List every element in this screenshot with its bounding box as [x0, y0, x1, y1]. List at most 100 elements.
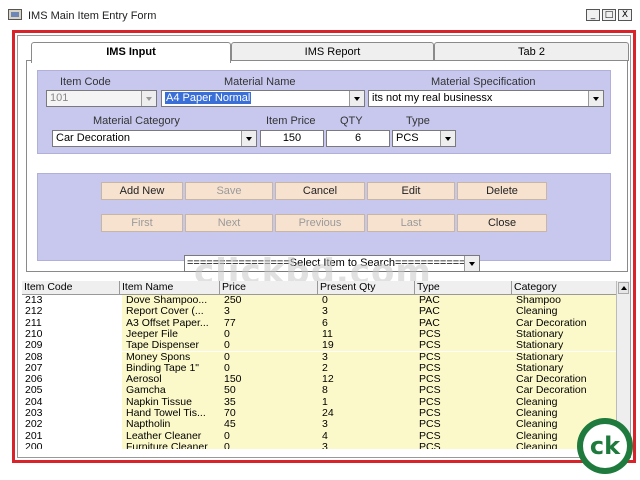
table-cell: 35	[220, 396, 318, 408]
table-cell: Napkin Tissue	[122, 396, 220, 408]
table-row[interactable]: 212 Report Cover (... 3 3 PAC Cleaning	[22, 306, 618, 318]
material-name-combo[interactable]: A4 Paper Normal	[161, 90, 365, 107]
col-category[interactable]: Category	[512, 281, 618, 295]
table-cell: 0	[220, 362, 318, 375]
cancel-button[interactable]: Cancel	[275, 182, 365, 200]
tab-2[interactable]: Tab 2	[434, 42, 629, 61]
type-value[interactable]: PCS	[396, 132, 419, 144]
table-cell: PAC	[415, 295, 512, 307]
maximize-button[interactable]: □	[602, 9, 616, 21]
table-row[interactable]: 208 Money Spons 0 3 PCS Stationary	[22, 351, 618, 363]
table-row[interactable]: 206 Aerosol 150 12 PCS Car Decoration	[22, 374, 618, 386]
qty-input[interactable]: 6	[326, 130, 390, 147]
minimize-button[interactable]: _	[586, 9, 600, 21]
item-price-label: Item Price	[266, 115, 316, 127]
table-row[interactable]: 203 Hand Towel Tis... 70 24 PCS Cleaning	[22, 408, 618, 420]
table-cell: Cleaning	[512, 396, 618, 408]
table-cell: Money Spons	[122, 351, 220, 363]
table-row[interactable]: 201 Leather Cleaner 0 4 PCS Cleaning	[22, 430, 618, 442]
table-cell: 205	[22, 385, 122, 397]
col-item-code[interactable]: Item Code	[22, 281, 120, 295]
main-frame: IMS Input IMS Report Tab 2 Item Code Mat…	[12, 30, 636, 463]
first-button[interactable]: First	[101, 214, 183, 232]
material-name-value[interactable]: A4 Paper Normal	[165, 92, 252, 104]
chevron-down-icon[interactable]	[349, 91, 364, 106]
search-select-value[interactable]: ================Select Item to Search===…	[187, 257, 479, 269]
table-cell: 210	[22, 328, 122, 341]
edit-button[interactable]: Edit	[367, 182, 455, 200]
next-button[interactable]: Next	[185, 214, 273, 232]
table-row[interactable]: 213 Dove Shampoo... 250 0 PAC Shampoo	[22, 295, 618, 307]
items-grid[interactable]: Item Code Item Name Price Present Qty Ty…	[22, 281, 630, 449]
table-cell: 0	[220, 441, 318, 449]
material-spec-combo[interactable]: its not my real businessx	[368, 90, 604, 107]
window-controls: _ □ X	[586, 9, 632, 21]
table-cell: 208	[22, 351, 122, 363]
material-name-label: Material Name	[224, 76, 296, 88]
table-cell: Cleaning	[512, 306, 618, 318]
add-new-button[interactable]: Add New	[101, 182, 183, 200]
chevron-down-icon[interactable]	[588, 91, 603, 106]
table-cell: 11	[318, 328, 415, 341]
table-cell: Furniture Cleaner	[122, 441, 220, 449]
table-cell: PCS	[415, 396, 512, 408]
save-button[interactable]: Save	[185, 182, 273, 200]
table-cell: Binding Tape 1"	[122, 362, 220, 375]
table-cell: 204	[22, 396, 122, 408]
table-cell: 70	[220, 408, 318, 420]
close-button[interactable]: Close	[457, 214, 547, 232]
entry-panel: Item Code Material Name Material Specifi…	[37, 70, 611, 154]
close-window-button[interactable]: X	[618, 9, 632, 21]
table-cell: Tape Dispenser	[122, 340, 220, 352]
material-spec-value[interactable]: its not my real businessx	[372, 92, 492, 104]
table-cell: 24	[318, 408, 415, 420]
previous-button[interactable]: Previous	[275, 214, 365, 232]
tab-ims-input[interactable]: IMS Input	[31, 42, 231, 63]
table-cell: 19	[318, 340, 415, 352]
table-cell: 209	[22, 340, 122, 352]
table-cell: PAC	[415, 306, 512, 318]
table-row[interactable]: 204 Napkin Tissue 35 1 PCS Cleaning	[22, 396, 618, 408]
chevron-down-icon[interactable]	[440, 131, 455, 146]
table-cell: Jeeper File	[122, 328, 220, 341]
delete-button[interactable]: Delete	[457, 182, 547, 200]
type-combo[interactable]: PCS	[392, 130, 456, 147]
table-cell: 1	[318, 396, 415, 408]
chevron-down-icon[interactable]	[464, 256, 479, 271]
qty-label: QTY	[340, 115, 363, 127]
form-body: IMS Input IMS Report Tab 2 Item Code Mat…	[17, 35, 631, 458]
table-row[interactable]: 200 Furniture Cleaner 0 3 PCS Cleaning	[22, 441, 618, 449]
table-cell: Report Cover (...	[122, 306, 220, 318]
table-cell: Shampoo	[512, 295, 618, 307]
grid-header: Item Code Item Name Price Present Qty Ty…	[22, 281, 618, 295]
ims-input-panel: Item Code Material Name Material Specifi…	[26, 60, 628, 272]
table-cell: 6	[318, 317, 415, 329]
search-select[interactable]: ================Select Item to Search===…	[184, 255, 480, 272]
last-button[interactable]: Last	[367, 214, 455, 232]
table-row[interactable]: 202 Naptholin 45 3 PCS Cleaning	[22, 419, 618, 431]
table-cell: 201	[22, 430, 122, 442]
table-cell: 200	[22, 441, 122, 449]
table-row[interactable]: 210 Jeeper File 0 11 PCS Stationary	[22, 328, 618, 341]
table-row[interactable]: 209 Tape Dispenser 0 19 PCS Stationary	[22, 340, 618, 352]
col-type[interactable]: Type	[415, 281, 512, 295]
table-row[interactable]: 207 Binding Tape 1" 0 2 PCS Stationary	[22, 362, 618, 375]
table-cell: 2	[318, 362, 415, 375]
table-row[interactable]: 211 A3 Offset Paper... 77 6 PAC Car Decoratio…	[22, 317, 618, 329]
item-price-input[interactable]: 150	[260, 130, 324, 147]
tab-ims-report[interactable]: IMS Report	[231, 42, 434, 61]
table-cell: 0	[220, 328, 318, 341]
col-present-qty[interactable]: Present Qty	[318, 281, 415, 295]
chevron-down-icon[interactable]	[241, 131, 256, 146]
table-cell: PCS	[415, 385, 512, 397]
material-category-combo[interactable]: Car Decoration	[52, 130, 257, 147]
table-cell: PCS	[415, 408, 512, 420]
clickbd-logo: ck	[577, 418, 633, 474]
scroll-up-icon[interactable]	[618, 282, 629, 294]
table-row[interactable]: 205 Gamcha 50 8 PCS Car Decoration	[22, 385, 618, 397]
material-category-value[interactable]: Car Decoration	[56, 132, 130, 144]
col-price[interactable]: Price	[220, 281, 318, 295]
table-cell: 0	[220, 351, 318, 363]
table-cell: PCS	[415, 374, 512, 386]
col-item-name[interactable]: Item Name	[120, 281, 220, 295]
